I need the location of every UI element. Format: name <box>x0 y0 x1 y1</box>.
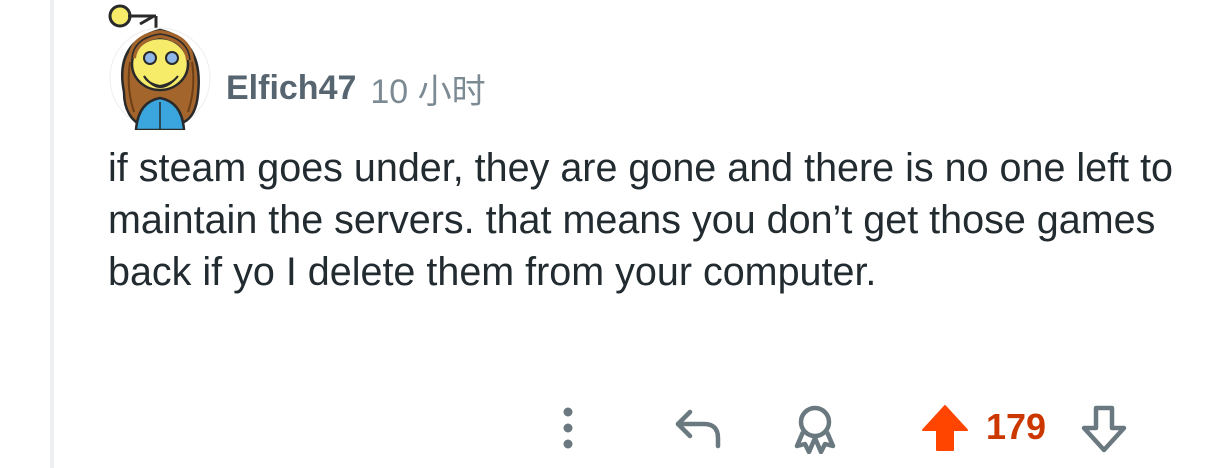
upvote-arrow-icon <box>922 405 968 451</box>
upvote-button[interactable] <box>914 400 976 456</box>
comment-card: Elfich47 10 小时 if steam goes under, they… <box>0 0 1218 468</box>
author-username[interactable]: Elfich47 <box>226 69 356 108</box>
vertical-dots-icon <box>563 407 573 449</box>
comment-actions: 179 <box>0 398 1218 458</box>
comment-timestamp: 10 小时 <box>370 72 486 111</box>
user-avatar[interactable] <box>104 2 216 130</box>
comment-body: if steam goes under, they are gone and t… <box>108 146 1174 294</box>
vote-score: 179 <box>986 406 1047 447</box>
award-button[interactable] <box>784 400 846 456</box>
more-options-button[interactable] <box>546 402 590 454</box>
comment-meta: Elfich47 10 小时 <box>226 66 486 111</box>
downvote-arrow-icon <box>1081 405 1127 453</box>
award-icon <box>794 405 836 454</box>
reply-button[interactable] <box>668 402 728 454</box>
downvote-button[interactable] <box>1076 400 1132 456</box>
reply-arrow-icon <box>675 409 721 449</box>
